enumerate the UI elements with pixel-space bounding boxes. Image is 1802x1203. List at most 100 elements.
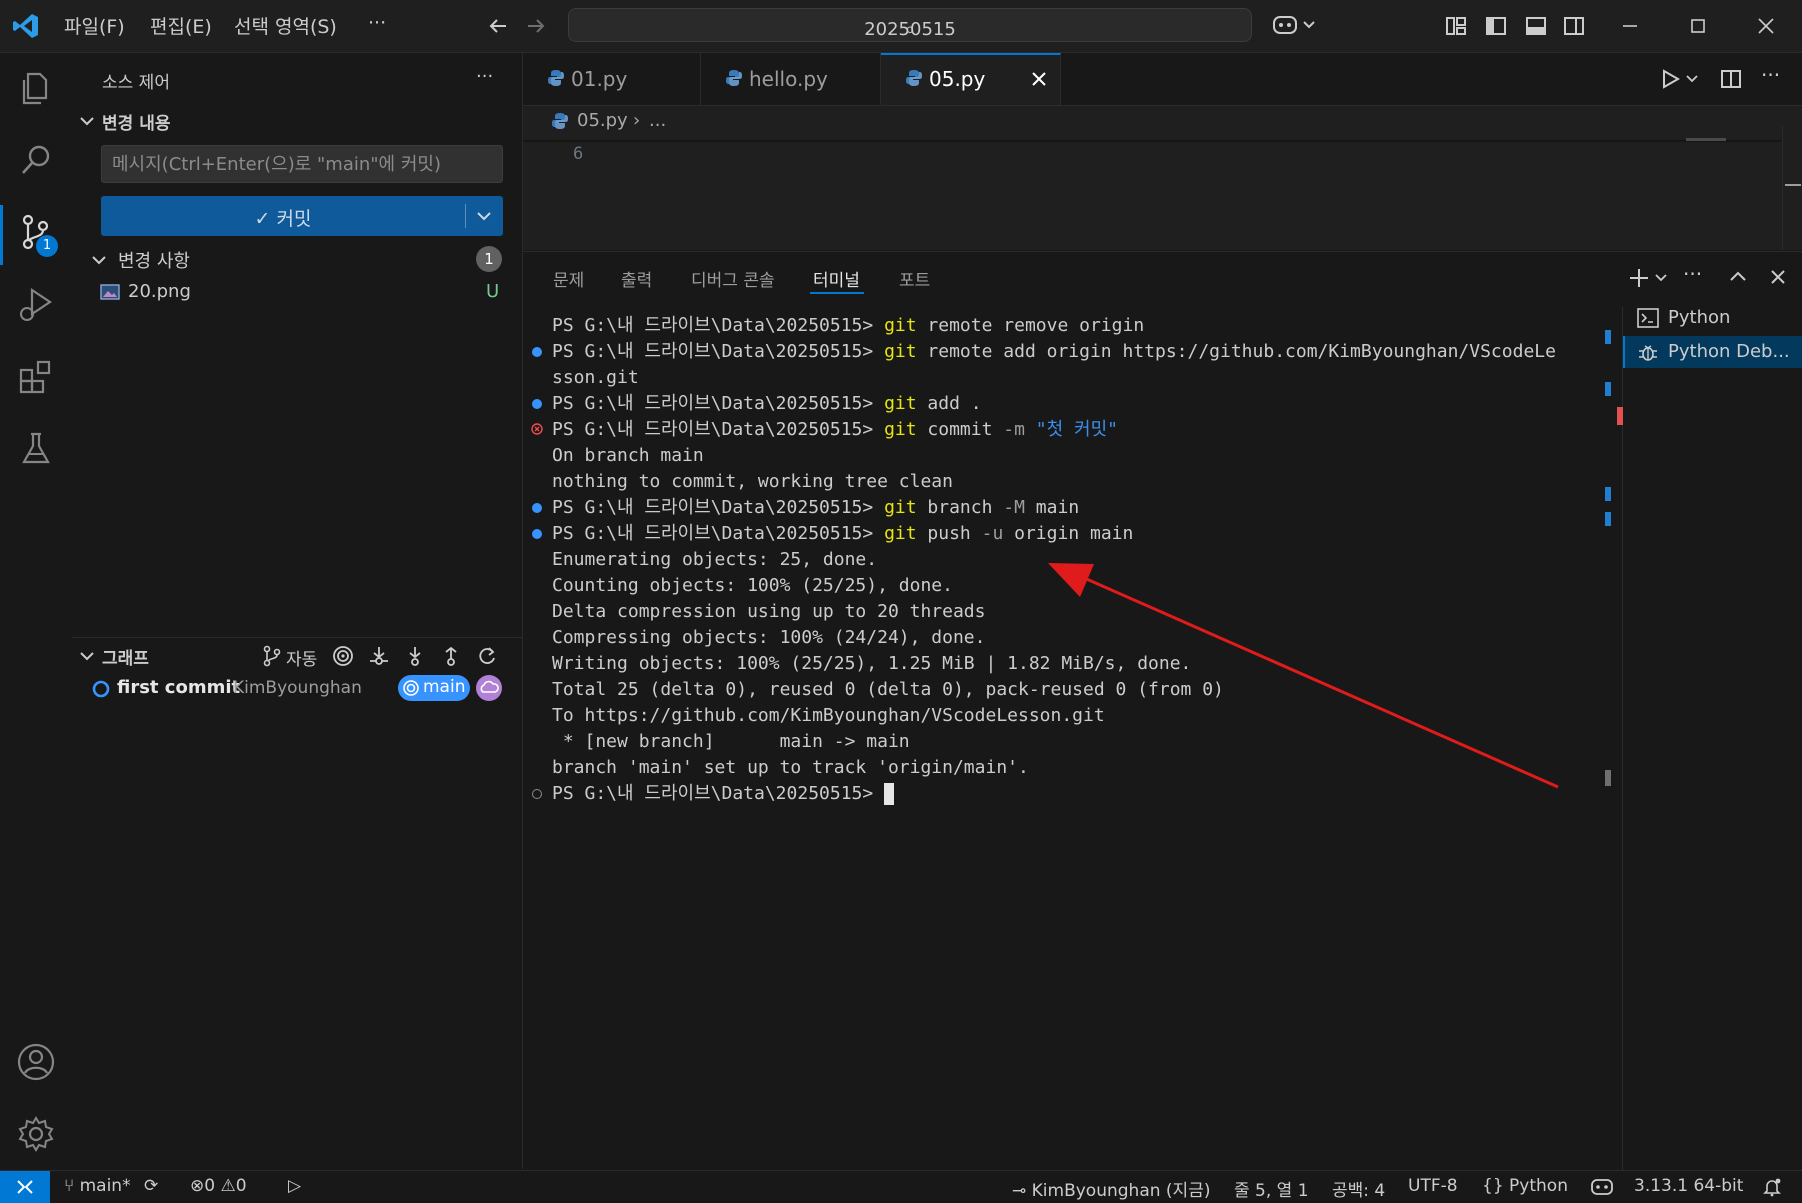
close-window-icon[interactable] — [1754, 14, 1778, 38]
menu-more[interactable]: ··· — [368, 12, 386, 34]
extensions-icon[interactable] — [14, 354, 58, 398]
terminal-input-line[interactable]: PS G:\내 드라이브\Data\20250515> — [552, 781, 895, 807]
scrollbar-marker — [1617, 407, 1623, 425]
terminal-line: Compressing objects: 100% (24/24), done. — [552, 625, 985, 651]
refresh-icon[interactable] — [476, 645, 498, 667]
tab-label: hello.py — [749, 67, 828, 91]
copilot-icon[interactable] — [1272, 12, 1318, 38]
indentation[interactable]: 공백: 4 — [1332, 1176, 1385, 1201]
terminal-list-item-python-debug[interactable]: Python Deb... — [1623, 336, 1802, 368]
editor-scrollbar[interactable] — [1782, 126, 1802, 250]
chevron-down-icon[interactable] — [90, 251, 108, 269]
branch-status-item[interactable]: ⑂ main* — [64, 1176, 131, 1196]
language-name: Python — [1509, 1176, 1568, 1196]
string: "첫 커밋" — [1024, 419, 1118, 440]
changes-group-label[interactable]: 변경 사항 — [118, 247, 190, 273]
terminal-line: PS G:\내 드라이브\Data\20250515> git push -u … — [552, 521, 1133, 547]
maximize-icon[interactable] — [1686, 14, 1710, 38]
git-blame-status-item[interactable]: ⊸ KimByounghan (지금) — [1012, 1176, 1210, 1201]
terminal-line: Delta compression using up to 20 threads — [552, 599, 985, 625]
chevron-down-icon[interactable] — [78, 112, 96, 130]
commit-button[interactable]: ✓ 커밋 — [101, 196, 503, 236]
explorer-icon[interactable] — [14, 66, 58, 110]
scrollbar-thumb[interactable] — [1605, 770, 1611, 786]
panel-tab-problems[interactable]: 문제 — [553, 266, 584, 291]
python-file-icon — [547, 69, 565, 87]
tab-01-py[interactable]: 01.py — [523, 53, 701, 105]
changed-file-name[interactable]: 20.png — [128, 281, 191, 302]
commit-message[interactable]: first commit — [117, 677, 240, 698]
command-success-decoration[interactable] — [532, 503, 542, 513]
toggle-primary-sidebar-icon[interactable] — [1484, 14, 1508, 38]
search-icon[interactable] — [14, 138, 58, 182]
command-center-search[interactable]: ⌕ 20250515 — [568, 8, 1252, 42]
branch-icon[interactable] — [262, 645, 282, 667]
panel-more-actions[interactable]: ··· — [1683, 262, 1702, 286]
tab-05-py[interactable]: 05.py — [881, 53, 1061, 105]
forward-arrow-icon[interactable] — [524, 14, 548, 38]
chevron-down-icon[interactable] — [78, 647, 96, 665]
customize-layout-icon[interactable] — [1444, 14, 1468, 38]
copilot-status-icon[interactable] — [1590, 1177, 1614, 1197]
run-debug-icon[interactable] — [14, 282, 58, 326]
output: * [new branch] main -> main — [552, 731, 910, 752]
command-pending-decoration[interactable] — [532, 789, 542, 799]
sidebar-more-button[interactable]: ··· — [476, 66, 493, 87]
split-editor-icon[interactable] — [1719, 67, 1743, 91]
terminal-icon — [1637, 308, 1659, 328]
panel-tab-terminal[interactable]: 터미널 — [813, 266, 860, 291]
maximize-panel-chevron-icon[interactable] — [1727, 266, 1749, 288]
pull-icon[interactable] — [404, 645, 426, 667]
panel-tab-debug-console[interactable]: 디버그 콘솔 — [691, 266, 775, 291]
graph-auto-label[interactable]: 자동 — [286, 645, 317, 670]
cursor-position[interactable]: 줄 5, 열 1 — [1234, 1176, 1309, 1201]
terminal-scrollbar[interactable] — [1605, 307, 1621, 1167]
new-terminal-icon[interactable] — [1627, 266, 1673, 290]
menu-file[interactable]: 파일(F) — [64, 12, 125, 39]
python-interpreter[interactable]: 3.13.1 64-bit — [1634, 1176, 1743, 1196]
close-tab-icon[interactable] — [1029, 69, 1049, 89]
menu-selection[interactable]: 선택 영역(S) — [234, 12, 337, 39]
settings-gear-icon[interactable] — [14, 1112, 58, 1156]
breadcrumb-file[interactable]: 05.py — [577, 110, 628, 131]
panel-tab-ports[interactable]: 포트 — [899, 266, 930, 291]
minimap[interactable] — [1686, 138, 1726, 141]
push-icon[interactable] — [440, 645, 462, 667]
scrollbar-marker — [1605, 382, 1611, 396]
target-icon[interactable] — [332, 645, 354, 667]
encoding[interactable]: UTF-8 — [1408, 1176, 1458, 1196]
command-success-decoration[interactable] — [532, 347, 542, 357]
command-success-decoration[interactable] — [532, 529, 542, 539]
command-error-decoration-icon[interactable] — [531, 423, 543, 435]
problems-status-item[interactable]: ⊗0 ⚠0 — [190, 1176, 247, 1196]
panel-tab-output[interactable]: 출력 — [621, 266, 652, 291]
command-success-decoration[interactable] — [532, 399, 542, 409]
back-arrow-icon[interactable] — [486, 14, 510, 38]
language-mode[interactable]: {} Python — [1482, 1176, 1568, 1196]
menu-edit[interactable]: 편집(E) — [150, 12, 212, 39]
terminal-name: Python Deb... — [1668, 341, 1790, 362]
breadcrumb-rest[interactable]: ... — [649, 110, 666, 131]
notifications-bell-icon[interactable] — [1762, 1177, 1782, 1197]
commit-dropdown-chevron-icon[interactable] — [475, 207, 493, 225]
editor-area[interactable]: 05.py › ... 6 — [523, 106, 1802, 250]
fetch-icon[interactable] — [368, 645, 390, 667]
testing-icon[interactable] — [14, 426, 58, 470]
editor-more-actions[interactable]: ··· — [1761, 63, 1780, 87]
run-python-file-icon[interactable] — [1659, 67, 1703, 91]
toggle-secondary-sidebar-icon[interactable] — [1562, 14, 1586, 38]
accounts-icon[interactable] — [14, 1040, 58, 1084]
run-debug-status-icon[interactable]: ▷ — [288, 1176, 301, 1196]
terminal-list-item-python[interactable]: Python — [1623, 302, 1802, 334]
args: remote add origin https://github.com/Kim… — [916, 341, 1556, 362]
commit-message-input[interactable] — [101, 145, 503, 183]
tab-hello-py[interactable]: hello.py — [701, 53, 881, 105]
commit-message-field[interactable] — [102, 146, 502, 182]
toggle-panel-icon[interactable] — [1524, 14, 1548, 38]
remote-indicator[interactable] — [0, 1171, 50, 1203]
close-panel-icon[interactable] — [1767, 266, 1789, 288]
commit-button-label: ✓ 커밋 — [254, 208, 312, 230]
output: nothing to commit, working tree clean — [552, 471, 953, 492]
sync-icon[interactable]: ⟳ — [144, 1176, 158, 1196]
minimize-icon[interactable] — [1618, 14, 1642, 38]
